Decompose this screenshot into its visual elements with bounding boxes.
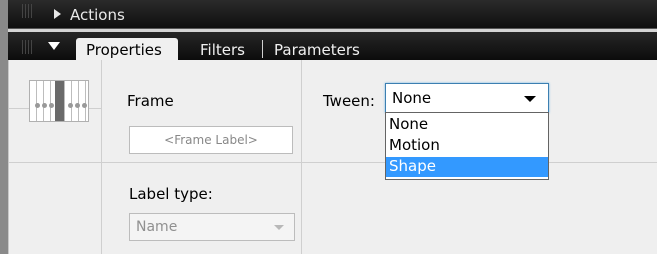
tween-selected-value: None: [392, 89, 432, 107]
column-divider: [301, 60, 302, 254]
tween-select[interactable]: None: [385, 83, 549, 113]
tween-option-shape[interactable]: Shape: [386, 157, 548, 177]
tab-properties[interactable]: Properties: [76, 38, 178, 60]
frame-label-input[interactable]: <Frame Label>: [129, 126, 293, 154]
tween-option-none[interactable]: None: [386, 115, 548, 135]
properties-panel-header: Properties Filters Parameters: [8, 32, 657, 60]
grip-handle-icon[interactable]: [22, 4, 32, 18]
chevron-down-icon[interactable]: [524, 96, 536, 102]
column-divider: [101, 60, 102, 254]
frame-title: Frame: [127, 92, 174, 110]
collapse-arrow-icon[interactable]: [48, 42, 60, 50]
grip-handle-icon[interactable]: [22, 40, 32, 54]
left-border: [0, 0, 8, 254]
label-type-value: Name: [136, 219, 178, 235]
chevron-down-icon: [274, 225, 284, 230]
expand-arrow-icon[interactable]: [54, 9, 61, 19]
tween-option-motion[interactable]: Motion: [386, 136, 548, 156]
properties-panel-body: Frame <Frame Label> Label type: Name Twe…: [8, 60, 657, 254]
actions-panel-header[interactable]: Actions: [8, 0, 657, 29]
tab-label: Properties: [86, 41, 162, 59]
tab-separator: [262, 40, 263, 58]
frame-timeline-icon: [29, 80, 89, 122]
label-type-select[interactable]: Name: [129, 213, 295, 241]
tween-label: Tween:: [323, 92, 375, 110]
row-divider: [9, 162, 657, 163]
tab-filters[interactable]: Filters: [200, 41, 245, 59]
actions-panel-label[interactable]: Actions: [70, 6, 125, 24]
tween-dropdown-list: None Motion Shape: [385, 112, 549, 180]
label-type-title: Label type:: [129, 185, 213, 203]
tab-parameters[interactable]: Parameters: [274, 41, 360, 59]
